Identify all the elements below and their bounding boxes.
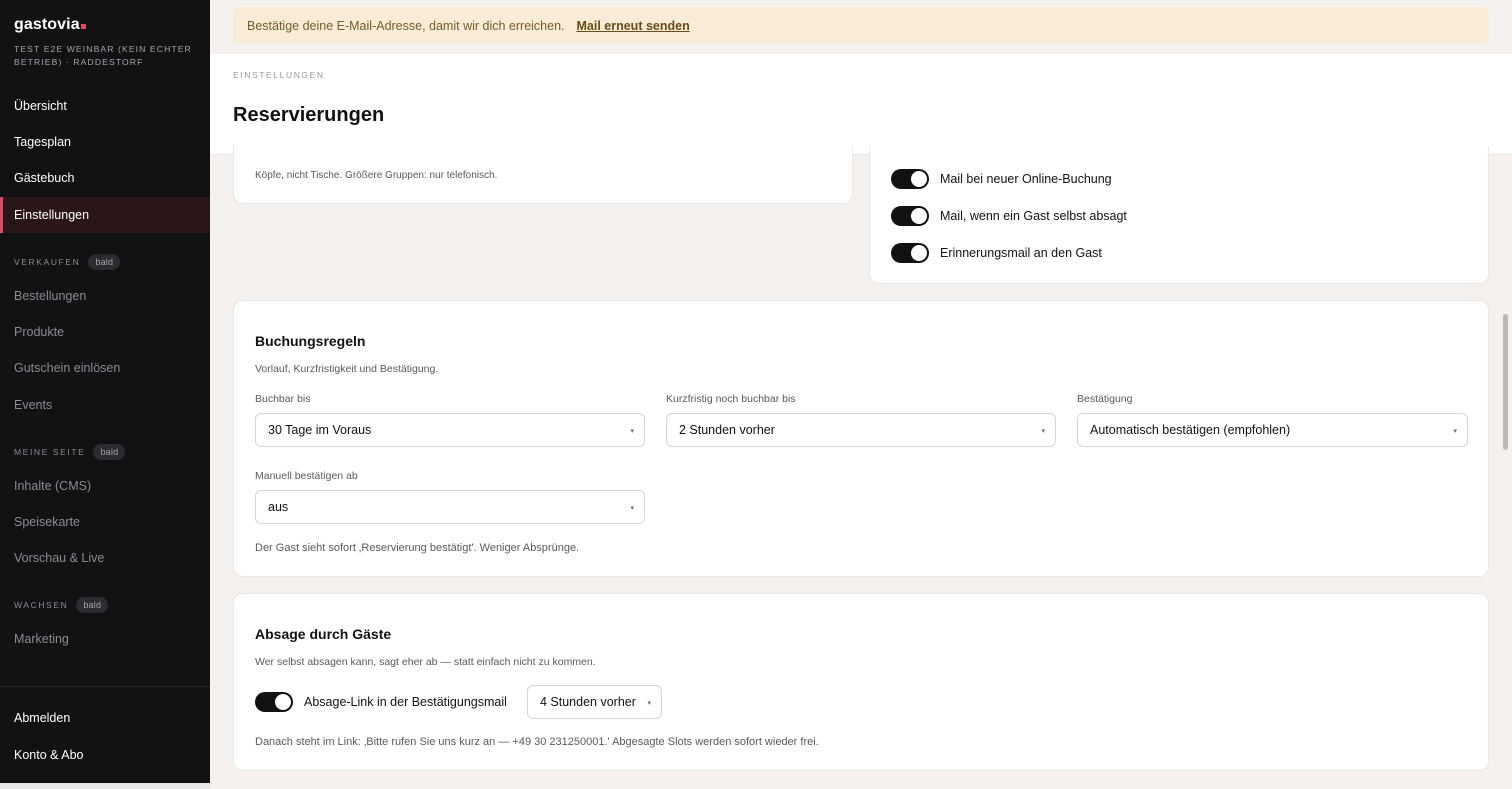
buchbar-bis-select[interactable]: 30 Tage im Voraus ▾ [255,413,645,447]
chevron-down-icon: ▾ [630,428,634,435]
sidebar-item-gaestebuch[interactable]: Gästebuch [0,160,210,196]
section-title: WACHSEN [14,600,69,610]
select-value: 30 Tage im Voraus [268,423,372,437]
booking-rules-card: Buchungsregeln Vorlauf, Kurzfristigkeit … [233,300,1489,577]
bestaetigung-select[interactable]: Automatisch bestätigen (empfohlen) ▾ [1077,413,1468,447]
brand-logo[interactable]: gastovia [14,16,86,34]
section-title: MEINE SEITE [14,447,86,457]
manuell-bestaetigen-select[interactable]: aus ▾ [255,490,645,524]
select-value: 4 Stunden vorher [540,695,636,709]
sidebar-divider [0,686,210,687]
page-title: Reservierungen [233,104,385,126]
field-label-buchbar-bis: Buchbar bis [255,393,311,405]
breadcrumb: EINSTELLUNGEN [233,70,325,80]
email-verification-banner: Bestätige deine E-Mail-Adresse, damit wi… [233,7,1489,44]
chevron-down-icon: ▾ [1453,428,1457,435]
cancellation-title: Absage durch Gäste [255,626,392,642]
sidebar: gastovia TEST E2E WEINBAR (KEIN ECHTER B… [0,0,210,789]
field-label-manuell: Manuell bestätigen ab [255,470,358,482]
chevron-down-icon: ▾ [630,505,634,512]
section-title: VERKAUFEN [14,257,81,267]
new-booking-toggle[interactable] [891,169,929,189]
guest-cancel-toggle[interactable] [891,206,929,226]
cancel-link-row: Absage-Link in der Bestätigungsmail [255,692,507,712]
cancellation-subtitle: Wer selbst absagen kann, sagt eher ab — … [255,656,596,668]
toggle-row-new-booking: Mail bei neuer Online-Buchung [891,169,1112,189]
select-value: aus [268,500,289,514]
brand-name: gastovia [14,16,80,33]
cancellation-card: Absage durch Gäste Wer selbst absagen ka… [233,593,1489,771]
capacity-note: Köpfe, nicht Tische. Größere Gruppen: nu… [255,170,498,181]
reminder-toggle[interactable] [891,243,929,263]
cancellation-hint: Danach steht im Link: ‚Bitte rufen Sie u… [255,736,819,748]
soon-badge: bald [93,444,126,460]
notifications-card: Mail bei neuer Online-Buchung Mail, wenn… [869,146,1489,284]
sidebar-section-wachsen: WACHSEN bald [14,597,109,613]
sidebar-item-gutschein[interactable]: Gutschein einlösen [0,350,210,386]
select-value: Automatisch bestätigen (empfohlen) [1090,423,1291,437]
kurzfristig-select[interactable]: 2 Stunden vorher ▾ [666,413,1056,447]
sidebar-item-vorschau[interactable]: Vorschau & Live [0,540,210,576]
sidebar-section-meine-seite: MEINE SEITE bald [14,444,126,460]
sidebar-item-speisekarte[interactable]: Speisekarte [0,504,210,540]
brand-dot-icon [80,24,86,29]
field-label-kurzfristig: Kurzfristig noch buchbar bis [666,393,796,405]
sidebar-bottom-edge [0,783,210,789]
sidebar-item-einstellungen[interactable]: Einstellungen [0,197,210,233]
toggle-label: Mail, wenn ein Gast selbst absagt [940,209,1127,223]
banner-text: Bestätige deine E-Mail-Adresse, damit wi… [247,18,565,33]
cancel-deadline-select[interactable]: 4 Stunden vorher ▾ [527,685,662,719]
sidebar-item-konto[interactable]: Konto & Abo [0,737,210,773]
sidebar-item-events[interactable]: Events [0,387,210,423]
sidebar-item-tagesplan[interactable]: Tagesplan [0,124,210,160]
field-label-bestaetigung: Bestätigung [1077,393,1133,405]
booking-rules-subtitle: Vorlauf, Kurzfristigkeit und Bestätigung… [255,363,439,375]
booking-rules-hint: Der Gast sieht sofort ‚Reservierung best… [255,542,580,554]
chevron-down-icon: ▾ [647,700,651,707]
toggle-label: Erinnerungsmail an den Gast [940,246,1102,260]
soon-badge: bald [88,254,121,270]
soon-badge: bald [76,597,109,613]
chevron-down-icon: ▾ [1041,428,1045,435]
toggle-label: Mail bei neuer Online-Buchung [940,172,1112,186]
capacity-card: Köpfe, nicht Tische. Größere Gruppen: nu… [233,146,853,204]
cancel-link-toggle[interactable] [255,692,293,712]
main-scrollbar[interactable] [1503,314,1508,450]
sidebar-item-abmelden[interactable]: Abmelden [0,700,210,736]
toggle-row-guest-cancel: Mail, wenn ein Gast selbst absagt [891,206,1127,226]
sidebar-item-bestellungen[interactable]: Bestellungen [0,278,210,314]
toggle-label: Absage-Link in der Bestätigungsmail [304,695,507,709]
sidebar-item-inhalte[interactable]: Inhalte (CMS) [0,468,210,504]
resend-mail-link[interactable]: Mail erneut senden [577,19,690,33]
sidebar-item-marketing[interactable]: Marketing [0,621,210,657]
sidebar-item-uebersicht[interactable]: Übersicht [0,88,210,124]
select-value: 2 Stunden vorher [679,423,775,437]
venue-name: TEST E2E WEINBAR (KEIN ECHTER BETRIEB) ·… [14,44,192,67]
page-header: EINSTELLUNGEN Reservierungen [210,54,1512,155]
sidebar-section-verkaufen: VERKAUFEN bald [14,254,121,270]
booking-rules-title: Buchungsregeln [255,333,366,349]
toggle-row-reminder: Erinnerungsmail an den Gast [891,243,1102,263]
sidebar-item-produkte[interactable]: Produkte [0,314,210,350]
